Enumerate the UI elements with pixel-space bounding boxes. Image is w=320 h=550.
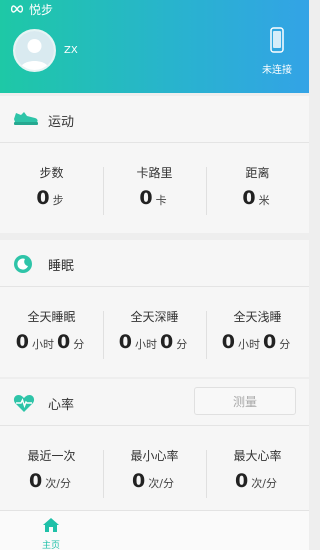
infinity-logo-icon [10, 5, 24, 13]
latest-heart-rate-label: 最近一次 [27, 449, 76, 463]
home-icon [43, 518, 59, 532]
max-heart-rate-stat: 最大心率 0 次/分 [206, 426, 309, 516]
device-status-label: 未连接 [262, 65, 292, 76]
light-sleep-value: 0 小时 0 分 [221, 331, 291, 353]
avatar[interactable] [13, 29, 56, 72]
heart-card[interactable]: 心率 测量 最近一次 0 次/分 最小心率 0 次/分 最大心率 0 次/分 [0, 379, 309, 510]
sport-stats: 步数 0步 卡路里 0卡 距离 0米 [0, 143, 309, 233]
total-sleep-stat: 全天睡眠 0 小时 0 分 [0, 287, 103, 377]
max-heart-rate-label: 最大心率 [233, 449, 282, 463]
light-sleep-label: 全天浅睡 [233, 310, 282, 324]
device-status[interactable]: 未连接 [257, 27, 297, 76]
heart-card-header: 心率 测量 [0, 379, 309, 426]
measure-button[interactable]: 测量 [194, 387, 296, 415]
tab-home[interactable]: 主页 [30, 517, 72, 550]
calories-stat: 卡路里 0卡 [103, 143, 206, 233]
sleep-card[interactable]: 睡眠 全天睡眠 0 小时 0 分 全天深睡 0 小时 0 分 全天浅睡 0 小时 0 分 [0, 240, 309, 377]
total-sleep-label: 全天睡眠 [27, 310, 76, 324]
distance-value: 0米 [242, 187, 270, 209]
total-sleep-value: 0 小时 0 分 [15, 331, 85, 353]
app-title: 悦步 [29, 2, 54, 17]
latest-heart-rate-stat: 最近一次 0 次/分 [0, 426, 103, 516]
steps-value: 0步 [36, 187, 64, 209]
deep-sleep-stat: 全天深睡 0 小时 0 分 [103, 287, 206, 377]
heart-pulse-icon [13, 395, 35, 412]
sport-card-header: 运动 [0, 96, 309, 143]
header: 悦步 ZX 未连接 [0, 0, 309, 93]
light-sleep-stat: 全天浅睡 0 小时 0 分 [206, 287, 309, 377]
latest-heart-rate-value: 0 次/分 [29, 470, 71, 492]
sport-card[interactable]: 运动 步数 0步 卡路里 0卡 距离 0米 [0, 96, 309, 233]
steps-label: 步数 [39, 166, 64, 180]
min-heart-rate-stat: 最小心率 0 次/分 [103, 426, 206, 516]
distance-label: 距离 [245, 166, 270, 180]
calories-value: 0卡 [139, 187, 167, 209]
min-heart-rate-value: 0 次/分 [132, 470, 174, 492]
calories-label: 卡路里 [136, 166, 173, 180]
phone-icon [270, 27, 284, 53]
heart-stats: 最近一次 0 次/分 最小心率 0 次/分 最大心率 0 次/分 [0, 426, 309, 516]
sleep-card-header: 睡眠 [0, 240, 309, 287]
sneaker-icon [14, 112, 38, 125]
heart-title: 心率 [48, 398, 75, 413]
deep-sleep-value: 0 小时 0 分 [118, 331, 188, 353]
app-title-bar: 悦步 [10, 1, 53, 17]
max-heart-rate-value: 0 次/分 [235, 470, 277, 492]
sleep-title: 睡眠 [48, 259, 75, 274]
steps-stat: 步数 0步 [0, 143, 103, 233]
sport-title: 运动 [48, 115, 75, 130]
min-heart-rate-label: 最小心率 [130, 449, 179, 463]
moon-icon [14, 255, 32, 273]
tab-home-label: 主页 [41, 541, 60, 550]
sleep-stats: 全天睡眠 0 小时 0 分 全天深睡 0 小时 0 分 全天浅睡 0 小时 0 分 [0, 287, 309, 377]
deep-sleep-label: 全天深睡 [130, 310, 179, 324]
distance-stat: 距离 0米 [206, 143, 309, 233]
username: ZX [64, 45, 78, 56]
bottom-tab-bar: 主页 [0, 510, 309, 550]
user-avatar-icon [15, 31, 54, 70]
